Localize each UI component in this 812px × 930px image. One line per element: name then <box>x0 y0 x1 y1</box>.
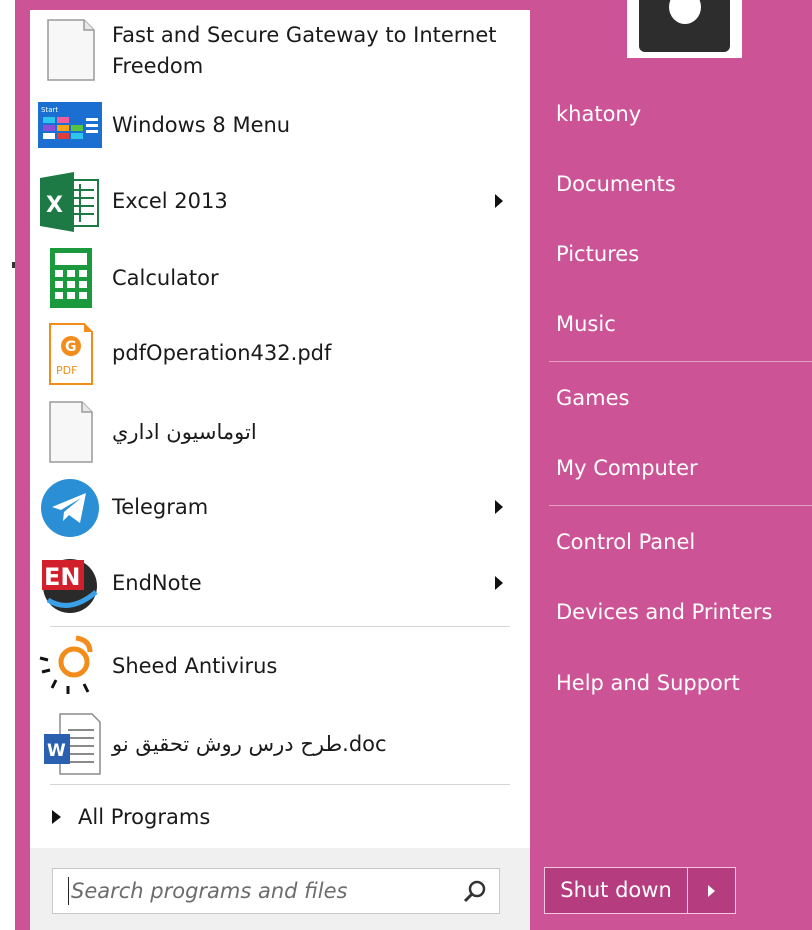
program-label: Excel 2013 <box>112 189 228 213</box>
link-control-panel[interactable]: Control Panel <box>556 527 695 557</box>
svg-text:X: X <box>46 193 63 218</box>
text-cursor <box>68 877 69 905</box>
program-label: EndNote <box>112 571 202 595</box>
submenu-arrow-icon <box>495 194 503 208</box>
svg-text:EN: EN <box>44 563 80 591</box>
left-edge <box>0 0 15 930</box>
triangle-right-icon <box>52 810 61 824</box>
program-item-endnote[interactable]: EN EndNote <box>30 552 530 616</box>
user-avatar-icon <box>639 0 730 52</box>
calculator-icon <box>50 248 92 308</box>
submenu-arrow-icon <box>495 576 503 590</box>
link-help-and-support[interactable]: Help and Support <box>556 668 740 698</box>
svg-text:Start: Start <box>41 106 58 114</box>
excel-icon: X <box>40 172 99 232</box>
program-item-office-automation[interactable]: اتوماسیون اداري <box>30 400 530 464</box>
search-box[interactable] <box>52 868 500 914</box>
program-label: طرح درس روش تحقيق نو.doc <box>112 732 387 756</box>
submenu-arrow-icon <box>495 500 503 514</box>
program-label-line2: Freedom <box>112 54 204 78</box>
windows8-menu-icon: Start <box>38 102 102 148</box>
divider <box>549 361 812 362</box>
link-my-computer[interactable]: My Computer <box>556 453 698 483</box>
program-item-calculator[interactable]: Calculator <box>30 246 530 310</box>
all-programs-label: All Programs <box>78 805 211 829</box>
program-label: Windows 8 Menu <box>112 113 291 137</box>
search-area <box>30 848 530 930</box>
svg-text:W: W <box>47 741 66 761</box>
svg-text:PDF: PDF <box>56 364 77 377</box>
programs-pane: Fast and Secure Gateway to Internet Free… <box>30 10 530 848</box>
divider <box>50 784 510 785</box>
program-label: Calculator <box>112 266 219 290</box>
divider <box>50 626 510 627</box>
shut-down-options-button[interactable] <box>688 867 736 914</box>
sheed-antivirus-icon <box>39 635 93 694</box>
program-item-gateway[interactable]: Fast and Secure Gateway to Internet Free… <box>30 10 530 90</box>
endnote-icon: EN <box>42 559 98 613</box>
program-item-windows8-menu[interactable]: Start Windows 8 Menu <box>30 94 530 158</box>
link-games[interactable]: Games <box>556 383 629 413</box>
program-item-pdf-document[interactable]: G PDF pdfOperation432.pdf <box>30 322 530 386</box>
program-item-excel-2013[interactable]: X Excel 2013 <box>30 170 530 234</box>
link-music[interactable]: Music <box>556 309 616 339</box>
all-programs-button[interactable]: All Programs <box>50 800 350 834</box>
blank-document-icon <box>49 401 93 463</box>
avatar-head <box>669 0 701 24</box>
link-pictures[interactable]: Pictures <box>556 239 639 269</box>
program-label: اتوماسیون اداري <box>112 420 257 444</box>
divider <box>549 505 812 506</box>
program-label: Telegram <box>112 495 209 519</box>
search-icon[interactable] <box>461 879 489 905</box>
program-item-telegram[interactable]: Telegram <box>30 476 530 540</box>
link-documents[interactable]: Documents <box>556 169 676 199</box>
svg-text:G: G <box>65 339 77 355</box>
triangle-right-icon <box>708 885 715 897</box>
blank-document-icon <box>47 19 95 81</box>
shut-down-button[interactable]: Shut down <box>544 867 688 914</box>
user-avatar[interactable] <box>627 0 742 58</box>
user-name-link[interactable]: khatony <box>556 99 641 129</box>
program-label: Fast and Secure Gateway to Internet <box>112 23 497 47</box>
foxit-pdf-icon: G PDF <box>49 323 93 385</box>
program-label: Sheed Antivirus <box>112 654 278 678</box>
program-item-word-document[interactable]: W طرح درس روش تحقيق نو.doc <box>30 712 530 778</box>
program-item-sheed-antivirus[interactable]: Sheed Antivirus <box>30 634 530 700</box>
program-label: pdfOperation432.pdf <box>112 341 332 365</box>
telegram-icon <box>41 479 99 537</box>
link-devices-and-printers[interactable]: Devices and Printers <box>556 597 772 627</box>
search-input[interactable] <box>71 874 441 908</box>
word-document-icon: W <box>44 713 101 775</box>
